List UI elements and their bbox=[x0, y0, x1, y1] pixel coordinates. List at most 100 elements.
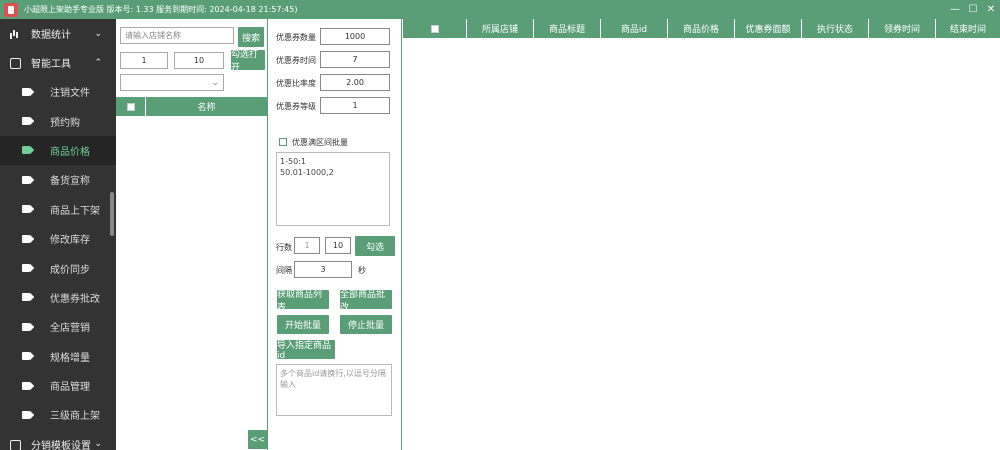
sidebar-item[interactable]: 规格增量 bbox=[0, 342, 116, 371]
page-to-input[interactable]: 10 bbox=[174, 52, 224, 69]
sidebar-item[interactable]: 成价同步 bbox=[0, 253, 116, 282]
chevron-down-icon: ⌄ bbox=[94, 439, 102, 450]
sidebar-item[interactable]: 商品上下架 bbox=[0, 195, 116, 224]
coupon-field-input[interactable]: 2.00 bbox=[320, 74, 390, 91]
sidebar-item[interactable]: 优惠券批改 bbox=[0, 283, 116, 312]
sidebar-item-label: 商品上下架 bbox=[50, 205, 100, 217]
interval-input[interactable]: 3 bbox=[294, 261, 352, 278]
fetch-products-button[interactable]: 获取商品列表 bbox=[277, 290, 329, 313]
coupon-field-input[interactable]: 1 bbox=[320, 97, 390, 114]
sidebar-item-label: 全店营销 bbox=[50, 323, 90, 335]
bar-chart-icon bbox=[10, 28, 21, 39]
coupon-field-label: 优惠券等级 bbox=[276, 102, 316, 111]
tag-icon bbox=[22, 322, 32, 331]
tag-icon bbox=[22, 410, 32, 419]
range-batch-label: 优惠满区间批量 bbox=[292, 138, 348, 147]
tag-icon bbox=[22, 234, 32, 243]
column-header[interactable]: 商品标题 bbox=[534, 19, 601, 38]
select-open-button[interactable]: 勾选打开 bbox=[231, 50, 265, 73]
range-rules-textarea[interactable]: 1-50:1 50.01-1000,2 bbox=[276, 152, 390, 226]
stop-batch-button[interactable]: 停止批量 bbox=[340, 315, 392, 334]
store-search-input[interactable]: 请输入店铺名称 bbox=[120, 27, 234, 44]
column-header[interactable]: 商品id bbox=[601, 19, 668, 38]
sidebar-item[interactable]: 商品管理 bbox=[0, 371, 116, 400]
close-button[interactable]: ✕ bbox=[982, 4, 1000, 15]
sidebar-item-label: 优惠券批改 bbox=[50, 293, 100, 305]
box-icon bbox=[10, 57, 21, 69]
tag-icon bbox=[22, 87, 32, 96]
row-to-input[interactable]: 10 bbox=[325, 237, 351, 254]
sidebar-item[interactable]: 修改库存 bbox=[0, 224, 116, 253]
sidebar-group-label: 数据统计 bbox=[31, 30, 71, 41]
chevron-down-icon: ⌄ bbox=[211, 77, 219, 88]
sidebar-item[interactable]: 注销文件 bbox=[0, 77, 116, 106]
row-label: 行数 bbox=[276, 243, 292, 252]
store-panel: 请输入店铺名称 搜索 1 10 勾选打开 ⌄ 名称 << bbox=[116, 19, 268, 450]
sidebar-item-label: 修改库存 bbox=[50, 235, 90, 247]
search-button[interactable]: 搜索 bbox=[238, 27, 264, 47]
sidebar: 数据统计 ⌄ 智能工具 ⌃ 注销文件预约购商品价格 备货宣称商品上下架修改库存成价… bbox=[0, 19, 116, 450]
select-all-checkbox[interactable] bbox=[430, 24, 439, 33]
chevron-up-icon: ⌃ bbox=[94, 57, 102, 68]
store-dropdown[interactable]: ⌄ bbox=[120, 74, 224, 91]
column-name: 名称 bbox=[197, 103, 216, 113]
sidebar-item-label: 三级商上架 bbox=[50, 411, 100, 423]
coupon-settings-panel: 优惠券数量 1000 优惠券时间 7 优惠比率度 2.00 优惠券等级 1 优惠满区间批量 1… bbox=[268, 19, 402, 450]
column-header[interactable]: 优惠券面额 bbox=[735, 19, 802, 38]
column-header[interactable]: 结束时间 bbox=[936, 19, 1000, 38]
tag-icon bbox=[22, 381, 32, 390]
start-batch-button[interactable]: 开始批量 bbox=[277, 315, 329, 334]
column-header[interactable]: 商品价格 bbox=[668, 19, 735, 38]
column-header[interactable]: 领券时间 bbox=[869, 19, 936, 38]
row-from-input[interactable]: 1 bbox=[294, 237, 320, 254]
coupon-field-input[interactable]: 1000 bbox=[320, 28, 390, 45]
column-header[interactable]: 所属店铺 bbox=[467, 19, 534, 38]
row-select-button[interactable]: 勾选 bbox=[355, 236, 395, 256]
sidebar-item[interactable]: 备货宣称 bbox=[0, 165, 116, 194]
tag-icon bbox=[22, 205, 32, 214]
sidebar-scrollbar[interactable] bbox=[110, 192, 114, 236]
chevron-down-icon: ⌄ bbox=[94, 28, 102, 39]
tag-icon bbox=[22, 293, 32, 302]
import-ids-button[interactable]: 导入指定商品id bbox=[277, 340, 335, 361]
range-rule-line: 1-50:1 bbox=[280, 157, 306, 166]
app-logo-icon bbox=[4, 2, 18, 17]
sidebar-item-label: 预约购 bbox=[50, 117, 80, 129]
sidebar-item[interactable]: 商品价格 bbox=[0, 135, 116, 166]
store-table-header: 名称 bbox=[116, 97, 267, 116]
tag-icon bbox=[22, 175, 32, 184]
sidebar-group-label: 智能工具 bbox=[31, 59, 71, 70]
coupon-field-input[interactable]: 7 bbox=[320, 51, 390, 68]
sidebar-item[interactable]: 全店营销 bbox=[0, 312, 116, 341]
tag-icon bbox=[22, 146, 32, 155]
sidebar-item[interactable]: 三级商上架 bbox=[0, 400, 116, 429]
sidebar-group-stats[interactable]: 数据统计 ⌄ bbox=[0, 19, 116, 48]
sidebar-group-label: 分销模板设置 bbox=[31, 440, 91, 450]
select-all-checkbox[interactable] bbox=[126, 102, 135, 111]
maximize-button[interactable]: ☐ bbox=[964, 4, 982, 15]
range-batch-checkbox[interactable] bbox=[279, 138, 287, 146]
results-table-header: 所属店铺 商品标题 商品id 商品价格 优惠券面额 执行状态 领券时间 结束时间 bbox=[403, 19, 1000, 38]
sidebar-item-label: 规格增量 bbox=[50, 352, 90, 364]
tag-icon bbox=[22, 117, 32, 126]
collapse-button[interactable]: << bbox=[248, 430, 267, 449]
page-from-input[interactable]: 1 bbox=[120, 52, 168, 69]
minimize-button[interactable]: — bbox=[946, 4, 964, 15]
interval-unit: 秒 bbox=[358, 266, 366, 275]
range-rule-line: 50.01-1000,2 bbox=[280, 168, 334, 177]
coupon-field-label: 优惠券时间 bbox=[276, 56, 316, 65]
interval-label: 间隔 bbox=[276, 266, 292, 275]
sidebar-item-label: 商品管理 bbox=[50, 382, 90, 394]
window-title: 小超限上架助手专业版 版本号: 1.33 服务到期时间: 2024-04-18 … bbox=[24, 5, 298, 14]
sidebar-group-tools[interactable]: 智能工具 ⌃ bbox=[0, 48, 116, 77]
sidebar-item[interactable]: 预约购 bbox=[0, 106, 116, 135]
title-bar: 小超限上架助手专业版 版本号: 1.33 服务到期时间: 2024-04-18 … bbox=[0, 0, 1000, 19]
tag-icon bbox=[22, 352, 32, 361]
sidebar-group-distribution[interactable]: 分销模板设置 ⌄ bbox=[0, 430, 116, 450]
import-ids-textarea[interactable]: 多个商品id请换行,以逗号分隔输入 bbox=[276, 364, 392, 416]
column-header[interactable]: 执行状态 bbox=[802, 19, 869, 38]
batch-all-button[interactable]: 全部商品批改 bbox=[340, 290, 392, 313]
results-table: 所属店铺 商品标题 商品id 商品价格 优惠券面额 执行状态 领券时间 结束时间 bbox=[403, 19, 1000, 450]
box-icon bbox=[10, 439, 21, 450]
coupon-field-label: 优惠券数量 bbox=[276, 33, 316, 42]
